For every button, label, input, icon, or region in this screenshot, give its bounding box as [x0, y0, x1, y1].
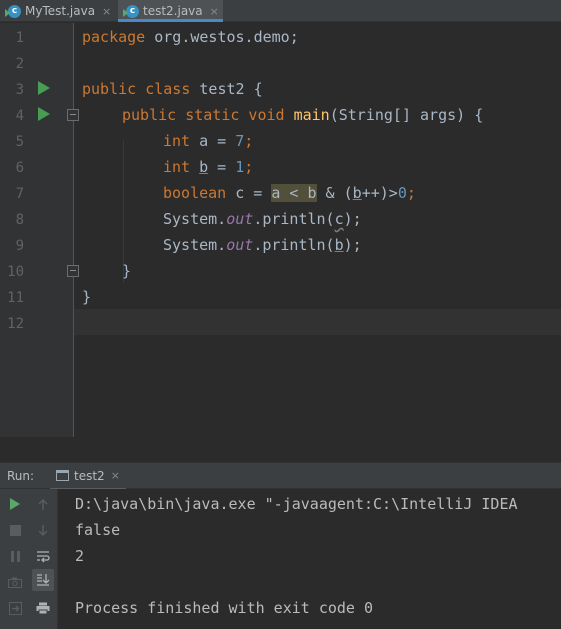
- camera-icon[interactable]: [4, 571, 26, 593]
- code-text: & (: [316, 184, 353, 202]
- code-text: );: [343, 236, 362, 254]
- inspection-highlight: a < b: [271, 184, 317, 202]
- code-line: }: [122, 258, 131, 284]
- semicolon: ;: [244, 158, 254, 176]
- pause-icon[interactable]: [4, 545, 26, 567]
- code-text: (String[] args) {: [329, 106, 484, 124]
- code-editor[interactable]: 1 2 3 4 5 6 7 8 9 10 11 12 package org.w…: [0, 23, 561, 437]
- console-output[interactable]: D:\java\bin\java.exe "-javaagent:C:\Inte…: [58, 489, 561, 629]
- java-class-icon: c: [5, 4, 21, 18]
- semicolon: ;: [406, 184, 416, 202]
- code-text: );: [343, 210, 362, 228]
- keyword: int: [163, 132, 191, 150]
- console-line: D:\java\bin\java.exe "-javaagent:C:\Inte…: [75, 495, 518, 513]
- line-number: 3: [15, 82, 24, 98]
- editor-gutter: 1 2 3 4 5 6 7 8 9 10 11 12: [0, 23, 79, 437]
- code-line: System.out.println(c);: [163, 206, 362, 232]
- close-icon[interactable]: ×: [102, 5, 111, 18]
- fold-icon[interactable]: [67, 109, 79, 121]
- run-class-icon[interactable]: [38, 81, 50, 95]
- run-icon[interactable]: [4, 493, 26, 515]
- console-line: 2: [75, 547, 85, 565]
- down-arrow-icon[interactable]: [32, 519, 54, 541]
- keyword: public static void: [122, 106, 285, 124]
- run-main-icon[interactable]: [38, 107, 50, 121]
- tab-label: test2.java: [143, 4, 203, 18]
- run-panel-title: Run:: [7, 469, 35, 483]
- line-number: 2: [15, 56, 24, 72]
- exit-icon[interactable]: [4, 597, 26, 619]
- keyword: package: [82, 28, 146, 46]
- brace: }: [82, 288, 92, 306]
- semicolon: ;: [244, 132, 254, 150]
- number-literal: 1: [235, 158, 245, 176]
- variable: b: [352, 184, 362, 202]
- line-number: 11: [7, 290, 24, 306]
- line-number: 5: [15, 134, 24, 150]
- code-text: System.: [163, 236, 227, 254]
- soft-wrap-icon[interactable]: [32, 545, 54, 567]
- line-number: 12: [7, 316, 24, 332]
- number-literal: 7: [235, 132, 245, 150]
- line-number: 10: [7, 264, 24, 280]
- run-tab-label: test2: [74, 468, 105, 483]
- line-number: 7: [15, 186, 24, 202]
- static-field: out: [226, 236, 254, 254]
- line-number: 6: [15, 160, 24, 176]
- keyword: boolean: [163, 184, 227, 202]
- variable: b: [199, 158, 209, 176]
- console-line: Process finished with exit code 0: [75, 599, 374, 617]
- code-text: c =: [226, 184, 272, 202]
- tab-mytest-java[interactable]: c MyTest.java ×: [0, 0, 115, 22]
- brace: }: [122, 262, 132, 280]
- code-text: System.: [163, 210, 227, 228]
- line-number: 1: [15, 30, 24, 46]
- line-number: 8: [15, 212, 24, 228]
- up-arrow-icon[interactable]: [32, 493, 54, 515]
- code-line: public static void main(String[] args) {: [122, 102, 483, 128]
- run-panel-header: Run: test2 ×: [0, 462, 561, 490]
- code-text: a =: [190, 132, 236, 150]
- tab-test2-java[interactable]: c test2.java ×: [118, 0, 223, 22]
- editor-tab-bar: c MyTest.java × c test2.java ×: [0, 0, 561, 22]
- application-icon: [56, 470, 69, 481]
- java-class-icon: c: [123, 4, 139, 18]
- code-line: int b = 1;: [163, 154, 253, 180]
- close-icon[interactable]: ×: [210, 5, 219, 18]
- method-name: main: [293, 106, 330, 124]
- print-icon[interactable]: [32, 597, 54, 619]
- number-literal: 0: [397, 184, 407, 202]
- code-line: public class test2 {: [82, 76, 263, 102]
- close-icon[interactable]: ×: [111, 469, 120, 482]
- keyword: int: [163, 158, 191, 176]
- code-text: ++)>: [361, 184, 398, 202]
- keyword: public class: [82, 80, 191, 98]
- code-text: test2 {: [190, 80, 263, 98]
- code-text: .println(: [253, 210, 335, 228]
- console-line: false: [75, 521, 121, 539]
- code-line: int a = 7;: [163, 128, 253, 154]
- variable: c: [334, 210, 344, 228]
- static-field: out: [226, 210, 254, 228]
- variable: b: [334, 236, 344, 254]
- code-text: org.westos.demo;: [145, 28, 299, 46]
- code-line: System.out.println(b);: [163, 232, 362, 258]
- line-number: 4: [15, 108, 24, 124]
- caret-line-highlight: [74, 309, 561, 335]
- tab-label: MyTest.java: [25, 4, 96, 18]
- scroll-to-end-icon[interactable]: [32, 569, 54, 591]
- run-tab-test2[interactable]: test2 ×: [50, 463, 126, 490]
- code-line: }: [82, 284, 91, 310]
- fold-icon[interactable]: [67, 265, 79, 277]
- run-toolbar: [0, 489, 58, 629]
- line-number: 9: [15, 238, 24, 254]
- code-line: boolean c = a < b & (b++)>0;: [163, 180, 416, 206]
- code-text: .println(: [253, 236, 335, 254]
- stop-icon[interactable]: [4, 519, 26, 541]
- code-text: =: [208, 158, 236, 176]
- code-line: package org.westos.demo;: [82, 24, 299, 50]
